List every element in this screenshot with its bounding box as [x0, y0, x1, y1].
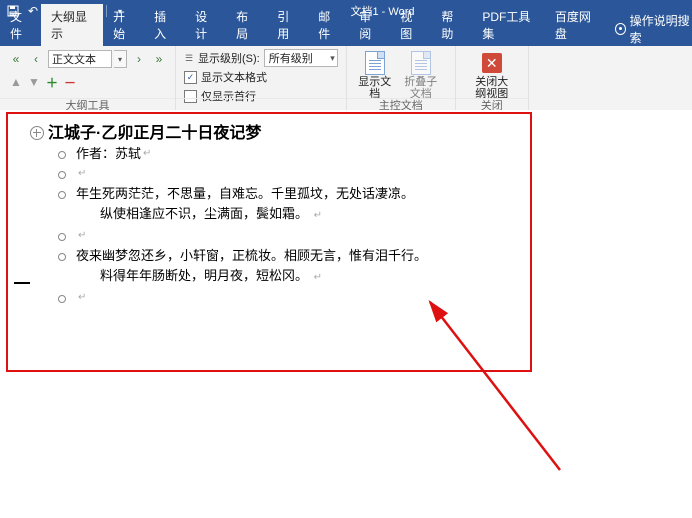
author-line[interactable]: 作者：苏轼: [76, 144, 141, 164]
outline-bullet-icon: [58, 295, 66, 303]
check-icon: ✓: [184, 71, 197, 84]
stanza1-line2[interactable]: 纵使相逢应不识，尘满面，鬓如霜。: [100, 206, 308, 221]
outline-bullet-icon: [58, 233, 66, 241]
promote-to-heading1-button[interactable]: «: [8, 51, 24, 67]
tab-7[interactable]: 邮件: [308, 4, 349, 46]
tab-11[interactable]: PDF工具集: [472, 4, 545, 46]
tab-4[interactable]: 设计: [185, 4, 226, 46]
show-level-icon: ☰: [184, 53, 194, 64]
stanza1-line1[interactable]: 年生死两茫茫，不思量，自难忘。千里孤坟，无处话凄凉。: [76, 186, 414, 201]
document-icon: [365, 51, 385, 75]
outline-document[interactable]: 江城子·乙卯正月二十日夜记梦 作者：苏轼 ↵ ↵ 年生死两茫茫，不思量，自难忘。…: [30, 124, 427, 308]
bulb-icon: [615, 23, 626, 35]
show-document-button[interactable]: 显示文档: [355, 50, 395, 100]
collapse-subdocuments-button[interactable]: 折叠子文档: [401, 50, 441, 100]
outline-level-field[interactable]: 正文文本: [48, 50, 112, 68]
outline-bullet-icon: [58, 151, 66, 159]
return-mark: ↵: [314, 272, 322, 283]
outline-bullet-icon: [58, 253, 66, 261]
move-down-button[interactable]: ▼: [26, 74, 42, 90]
tab-6[interactable]: 引用: [267, 4, 308, 46]
outline-expand-icon[interactable]: [30, 126, 44, 140]
tab-2[interactable]: 开始: [103, 4, 144, 46]
show-level-label: 显示级别(S):: [198, 50, 260, 66]
heading-1[interactable]: 江城子·乙卯正月二十日夜记梦: [48, 124, 261, 144]
subdocument-icon: [411, 51, 431, 75]
close-icon: ✕: [482, 53, 502, 73]
stanza2-line1[interactable]: 夜来幽梦忽还乡，小轩窗，正梳妆。相顾无言，惟有泪千行。: [76, 248, 427, 263]
show-level-select[interactable]: 所有级别: [264, 49, 338, 67]
move-up-button[interactable]: ▲: [8, 74, 24, 90]
return-mark: ↵: [78, 288, 86, 308]
tab-12[interactable]: 百度网盘: [545, 4, 607, 46]
expand-button[interactable]: ＋: [44, 74, 60, 90]
outline-level-dropdown-icon[interactable]: ▾: [114, 50, 127, 68]
outline-bullet-icon: [58, 171, 66, 179]
return-mark: ↵: [143, 144, 151, 164]
tab-8[interactable]: 审阅: [349, 4, 390, 46]
text-cursor: [14, 282, 30, 284]
tell-me-search[interactable]: 操作说明搜索: [615, 12, 692, 46]
tab-9[interactable]: 视图: [390, 4, 431, 46]
return-mark: ↵: [314, 210, 322, 221]
demote-to-body-button[interactable]: »: [151, 51, 167, 67]
tab-10[interactable]: 帮助: [431, 4, 472, 46]
outline-bullet-icon: [58, 191, 66, 199]
return-mark: ↵: [78, 226, 86, 246]
tab-5[interactable]: 布局: [226, 4, 267, 46]
tab-3[interactable]: 插入: [144, 4, 185, 46]
demote-button[interactable]: ›: [131, 51, 147, 67]
return-mark: ↵: [78, 164, 86, 184]
promote-button[interactable]: ‹: [28, 51, 44, 67]
tab-1[interactable]: 大纲显示: [41, 4, 103, 46]
collapse-button[interactable]: －: [62, 74, 78, 90]
close-outline-view-button[interactable]: ✕ 关闭大纲视图: [472, 50, 512, 100]
show-text-formatting-checkbox[interactable]: ✓ 显示文本格式: [184, 69, 267, 85]
stanza2-line2[interactable]: 料得年年肠断处，明月夜，短松冈。: [100, 268, 308, 283]
tab-0[interactable]: 文件: [0, 4, 41, 46]
